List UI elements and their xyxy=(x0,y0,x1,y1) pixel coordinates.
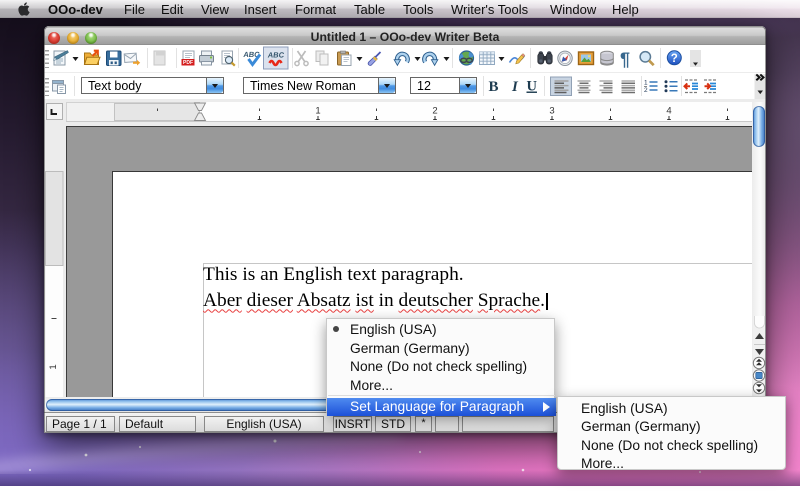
svg-text:¶: ¶ xyxy=(620,50,630,70)
svg-text:1: 1 xyxy=(315,106,320,117)
svg-text:PDF: PDF xyxy=(183,60,193,66)
svg-text:2: 2 xyxy=(644,87,648,94)
svg-text:U: U xyxy=(527,79,538,95)
svg-text:ABC: ABC xyxy=(267,51,285,60)
svg-text:3: 3 xyxy=(549,106,554,117)
svg-text:4: 4 xyxy=(666,106,671,117)
svg-text:I: I xyxy=(511,79,519,95)
svg-text:B: B xyxy=(489,79,499,95)
svg-text:2: 2 xyxy=(432,106,437,117)
svg-text:1: 1 xyxy=(644,80,648,87)
svg-text:1: 1 xyxy=(48,364,59,369)
svg-text:?: ? xyxy=(671,53,678,65)
